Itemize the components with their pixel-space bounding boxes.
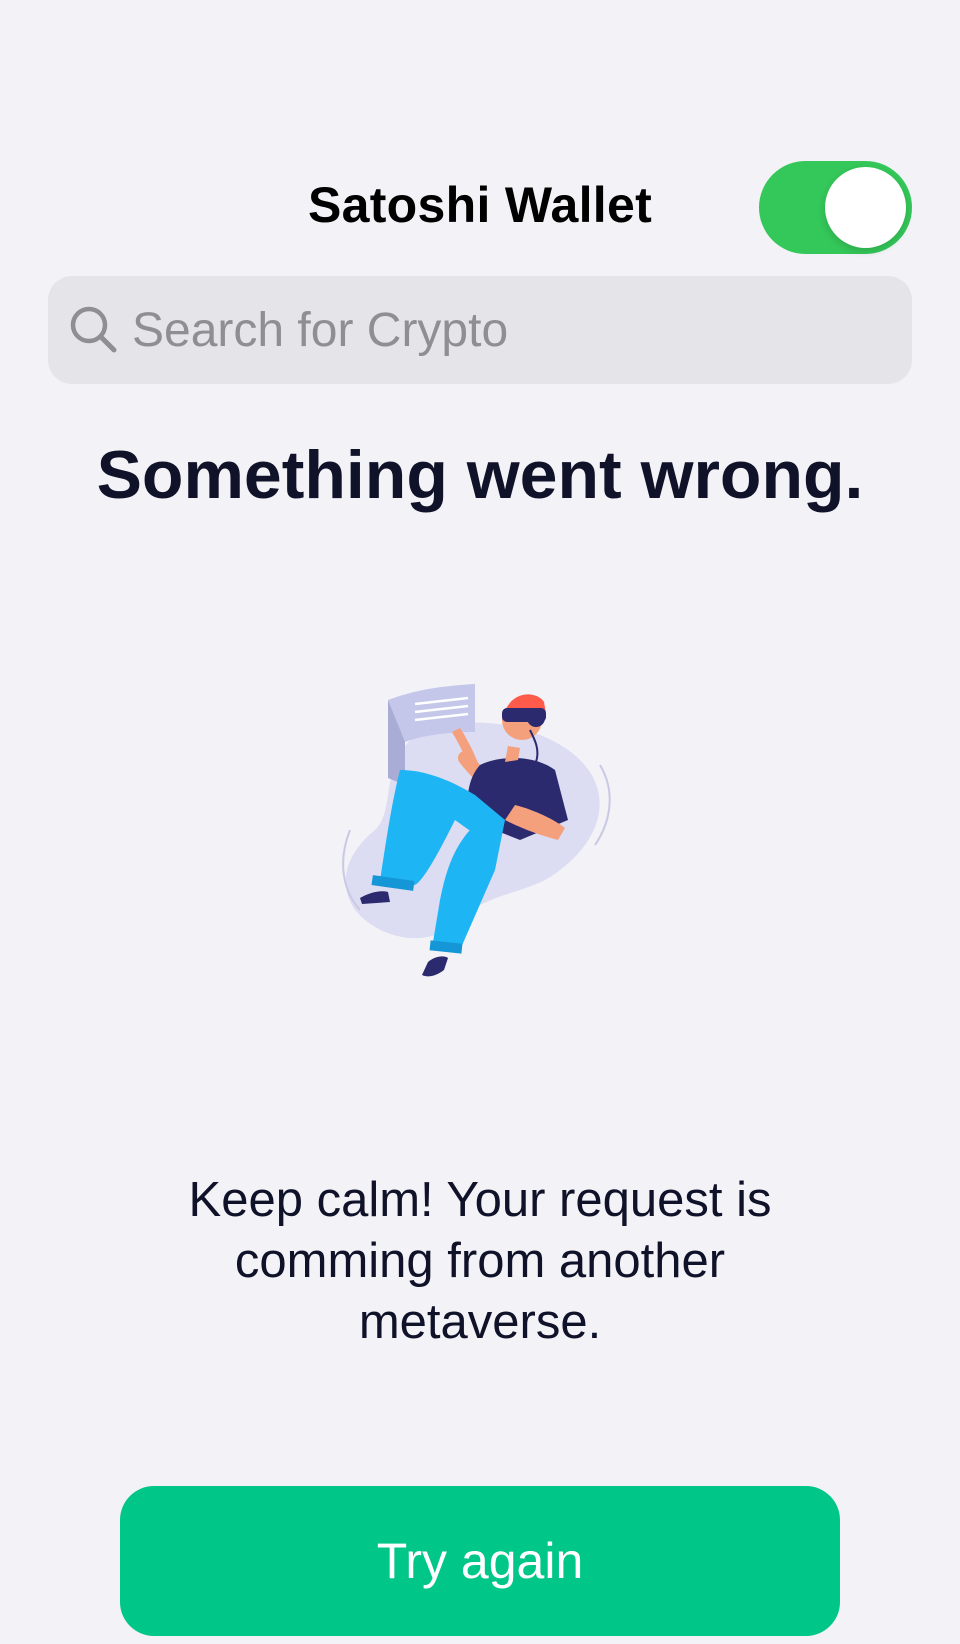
toggle-knob	[825, 167, 906, 248]
search-icon	[70, 306, 117, 353]
error-message: Keep calm! Your request is comming from …	[188, 1173, 772, 1349]
vr-person-floating-illustration	[342, 684, 611, 977]
header: Satoshi Wallet	[0, 150, 960, 260]
toggle-switch[interactable]	[759, 161, 912, 254]
search-bar[interactable]	[48, 276, 912, 384]
search-input[interactable]	[132, 276, 892, 384]
error-title: Something went wrong.	[96, 437, 864, 513]
try-again-button[interactable]: Try again	[120, 1486, 840, 1636]
